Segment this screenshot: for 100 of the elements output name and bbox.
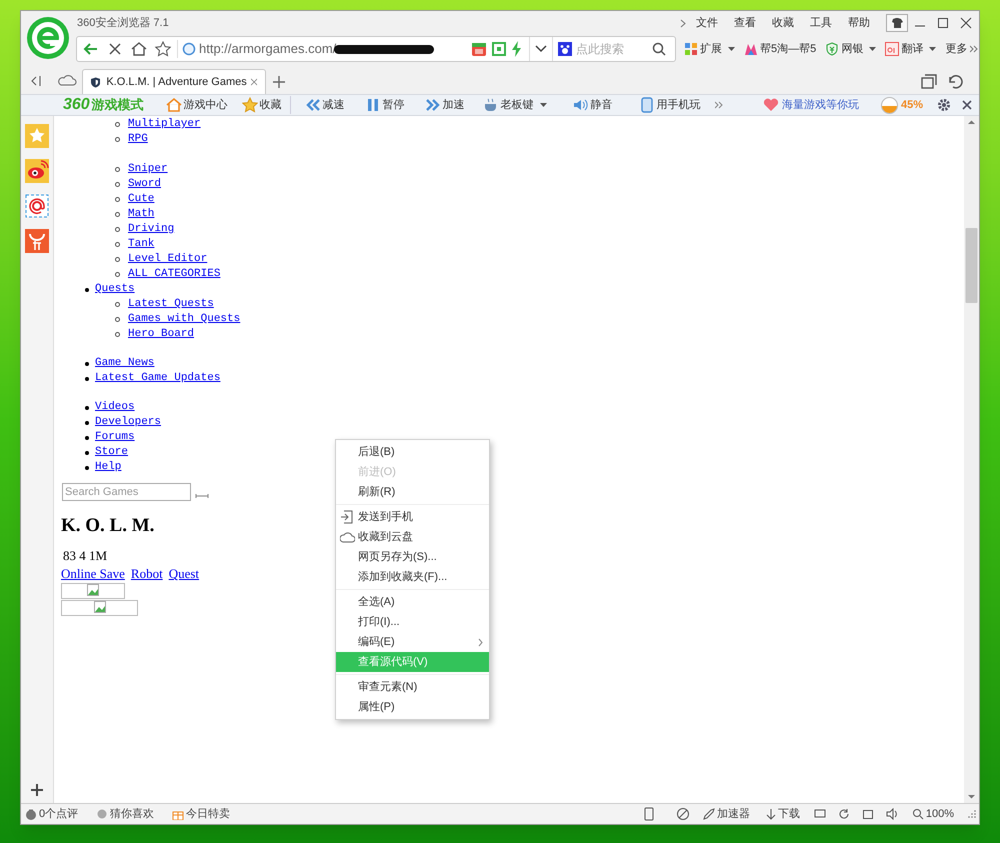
translate-icon[interactable] (885, 42, 900, 56)
game-bar-item[interactable]: 静音 (590, 96, 613, 114)
lightning-icon[interactable] (511, 41, 523, 57)
calendar-icon[interactable] (471, 41, 487, 57)
status-item[interactable]: 猜你喜欢 (110, 806, 154, 822)
close-icon[interactable] (250, 78, 257, 86)
phone-icon[interactable] (644, 807, 654, 821)
cup-icon[interactable] (482, 97, 499, 113)
link[interactable]: Developers (95, 415, 162, 430)
menu-item[interactable]: 编码(E) (336, 632, 489, 652)
link[interactable]: RPG (128, 132, 148, 147)
menu-item[interactable]: 审查元素(N) (336, 677, 489, 697)
display-icon[interactable] (814, 808, 826, 820)
menu-item[interactable]: 查看 (734, 14, 756, 32)
status-item[interactable]: 下载 (778, 806, 800, 822)
phone-icon[interactable] (638, 97, 655, 113)
menu-item[interactable]: 帮助 (848, 14, 870, 32)
search-games-field[interactable]: Search Games (62, 483, 191, 501)
window-icon[interactable] (862, 808, 874, 820)
download-icon[interactable] (766, 808, 776, 820)
link[interactable]: Sniper (128, 162, 168, 177)
game-bar-item[interactable]: 游戏中心 (184, 96, 228, 114)
shirt-icon[interactable] (886, 14, 908, 32)
toolbar-item[interactable]: 翻译 (901, 40, 924, 58)
link[interactable]: Games with Quests (128, 312, 240, 327)
shield-icon[interactable] (825, 42, 840, 56)
toolbar-item[interactable]: 网银 (841, 40, 864, 58)
menu-item[interactable]: 全选(A) (336, 592, 489, 612)
arrow-icon[interactable] (195, 493, 209, 499)
menu-item[interactable]: 属性(P) (336, 697, 489, 717)
scrollbar-drawing[interactable] (964, 116, 979, 803)
menu-item[interactable]: 文件 (696, 14, 718, 32)
eye-icon[interactable] (25, 159, 49, 183)
resize-grip-icon[interactable] (968, 810, 976, 818)
link[interactable]: Driving (128, 222, 174, 237)
link[interactable]: Videos (95, 400, 135, 415)
menu-item[interactable]: 网页另存为(S)... (336, 547, 489, 567)
house-icon[interactable] (166, 97, 182, 113)
game-bar-item[interactable]: 减速 (322, 96, 345, 114)
rewind-icon[interactable] (304, 97, 321, 113)
close-icon[interactable] (962, 100, 972, 110)
game-bar-item[interactable]: 暂停 (382, 96, 405, 114)
heart-icon[interactable] (762, 98, 779, 112)
double-chevron-icon[interactable] (714, 101, 723, 109)
link[interactable]: ALL CATEGORIES (128, 267, 220, 282)
menu-item[interactable]: 收藏 (772, 14, 794, 32)
link[interactable]: Cute (128, 192, 154, 207)
link[interactable]: Quests (95, 282, 135, 297)
tabs-icon[interactable] (921, 74, 937, 90)
link[interactable]: Online Save (61, 566, 125, 582)
undo-icon[interactable] (947, 74, 963, 90)
zoom-icon[interactable] (912, 808, 924, 820)
link[interactable]: Help (95, 460, 122, 475)
promo-link[interactable]: 海量游戏等你玩 (782, 96, 859, 114)
menu-item[interactable]: 发送到手机 (336, 507, 489, 527)
fast-forward-icon[interactable] (424, 97, 441, 113)
link[interactable]: Latest Game Updates (95, 371, 220, 386)
link[interactable]: Multiplayer (128, 117, 201, 132)
toolbar-item[interactable]: 帮5淘—帮5 (760, 40, 816, 58)
link[interactable]: Level Editor (128, 252, 208, 267)
at-sign-icon[interactable] (25, 194, 49, 218)
grid-icon[interactable] (684, 42, 698, 56)
game-bar-item[interactable]: 用手机玩 (656, 96, 701, 114)
menu-item[interactable]: 刷新(R) (336, 482, 489, 502)
link[interactable]: Store (95, 445, 128, 460)
settings-icon[interactable] (937, 98, 951, 112)
status-item[interactable]: 加速器 (716, 806, 750, 822)
paw-icon[interactable] (558, 42, 572, 56)
game-bar-item[interactable]: 收藏 (260, 96, 282, 114)
link[interactable]: Math (128, 207, 154, 222)
link[interactable]: Game News (95, 356, 154, 371)
search-field[interactable]: 点此搜索 (576, 40, 646, 58)
qr-code-icon[interactable] (492, 42, 506, 56)
menu-item[interactable]: 工具 (810, 14, 832, 32)
browser-tab[interactable]: K.O.L.M. | Adventure Games (82, 69, 266, 94)
game-bar-item[interactable]: 老板键 (500, 96, 534, 114)
link[interactable]: Latest Quests (128, 297, 214, 312)
link[interactable]: Hero Board (128, 327, 194, 342)
toolbar-item[interactable]: 扩展 (700, 40, 722, 58)
status-item[interactable]: 今日特卖 (186, 806, 230, 822)
menu-item[interactable]: 收藏到云盘 (336, 527, 489, 547)
link[interactable]: Forums (95, 430, 135, 445)
game-bar-item[interactable]: 加速 (442, 96, 465, 114)
double-chevron-icon[interactable] (970, 45, 978, 53)
menu-item[interactable]: 添加到收藏夹(F)... (336, 567, 489, 587)
toolbar-item[interactable]: 更多 (945, 40, 968, 58)
link[interactable]: Quest (168, 566, 200, 582)
status-item[interactable]: 0个点评 (39, 806, 78, 822)
refresh-icon[interactable] (838, 808, 850, 820)
link[interactable]: Robot (130, 566, 163, 582)
add-icon[interactable] (30, 783, 44, 797)
speaker-icon[interactable] (886, 808, 900, 820)
zoom-level[interactable]: 100% (926, 806, 954, 822)
menu-item[interactable]: 打印(I)... (336, 612, 489, 632)
link[interactable]: Sword (128, 177, 162, 192)
menu-item[interactable]: 后退(B) (336, 442, 489, 462)
speaker-icon[interactable] (572, 97, 589, 113)
logo-icon[interactable] (26, 16, 70, 60)
link[interactable]: Tank (128, 237, 154, 252)
star-icon[interactable] (242, 97, 258, 113)
